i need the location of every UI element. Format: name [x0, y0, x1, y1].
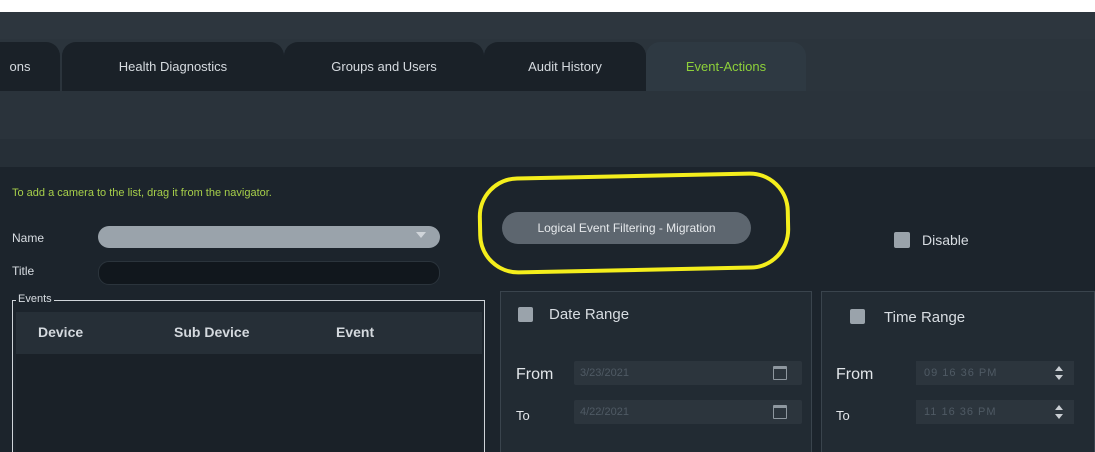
- events-legend: Events: [16, 293, 54, 305]
- tab-event-actions[interactable]: Event-Actions: [646, 42, 806, 91]
- date-range-panel: Date Range From 3/23/2021 To 4/22/2021: [500, 291, 812, 452]
- drag-hint: To add a camera to the list, drag it fro…: [12, 187, 272, 199]
- time-from-label: From: [836, 366, 874, 383]
- date-from-label: From: [516, 366, 554, 383]
- time-to-label: To: [836, 408, 850, 423]
- events-table-header: Device Sub Device Event: [16, 312, 482, 354]
- time-from-field[interactable]: 09 16 36 PM: [916, 361, 1074, 385]
- column-event[interactable]: Event: [336, 324, 374, 340]
- disable-checkbox[interactable]: [894, 232, 910, 248]
- date-from-field[interactable]: 3/23/2021: [574, 361, 802, 385]
- date-to-field[interactable]: 4/22/2021: [574, 400, 802, 424]
- tab-partial[interactable]: ons: [0, 42, 60, 91]
- time-range-checkbox[interactable]: [850, 309, 865, 324]
- disable-label: Disable: [922, 232, 969, 248]
- title-bar: [0, 12, 1095, 39]
- top-strip: [0, 0, 1095, 12]
- time-range-label: Time Range: [884, 309, 966, 326]
- time-range-panel: Time Range From 09 16 36 PM To 11 16 36 …: [821, 291, 1095, 452]
- calendar-icon[interactable]: [773, 366, 787, 380]
- events-table-body[interactable]: [16, 354, 482, 452]
- chevron-down-icon[interactable]: [416, 232, 426, 238]
- name-label: Name: [12, 231, 45, 245]
- title-input[interactable]: [98, 261, 440, 285]
- date-to-label: To: [516, 408, 530, 423]
- calendar-icon[interactable]: [773, 405, 787, 419]
- tab-bar: ons Health Diagnostics Groups and Users …: [0, 39, 1095, 91]
- name-combobox[interactable]: [98, 226, 440, 248]
- tab-groups-and-users[interactable]: Groups and Users: [284, 42, 484, 91]
- app-window: ons Health Diagnostics Groups and Users …: [0, 0, 1095, 452]
- highlight-annotation: [477, 170, 791, 276]
- title-label: Title: [12, 264, 35, 278]
- time-to-field[interactable]: 11 16 36 PM: [916, 400, 1074, 424]
- column-device[interactable]: Device: [38, 324, 83, 340]
- spinner-icon[interactable]: [1055, 366, 1063, 380]
- toolbar-band: [0, 91, 1095, 139]
- tab-health-diagnostics[interactable]: Health Diagnostics: [62, 42, 284, 91]
- column-sub-device[interactable]: Sub Device: [174, 324, 249, 340]
- spinner-icon[interactable]: [1055, 405, 1063, 419]
- date-range-label: Date Range: [549, 306, 630, 323]
- tab-audit-history[interactable]: Audit History: [484, 42, 646, 91]
- date-range-checkbox[interactable]: [518, 307, 533, 322]
- section-separator: [0, 139, 1095, 167]
